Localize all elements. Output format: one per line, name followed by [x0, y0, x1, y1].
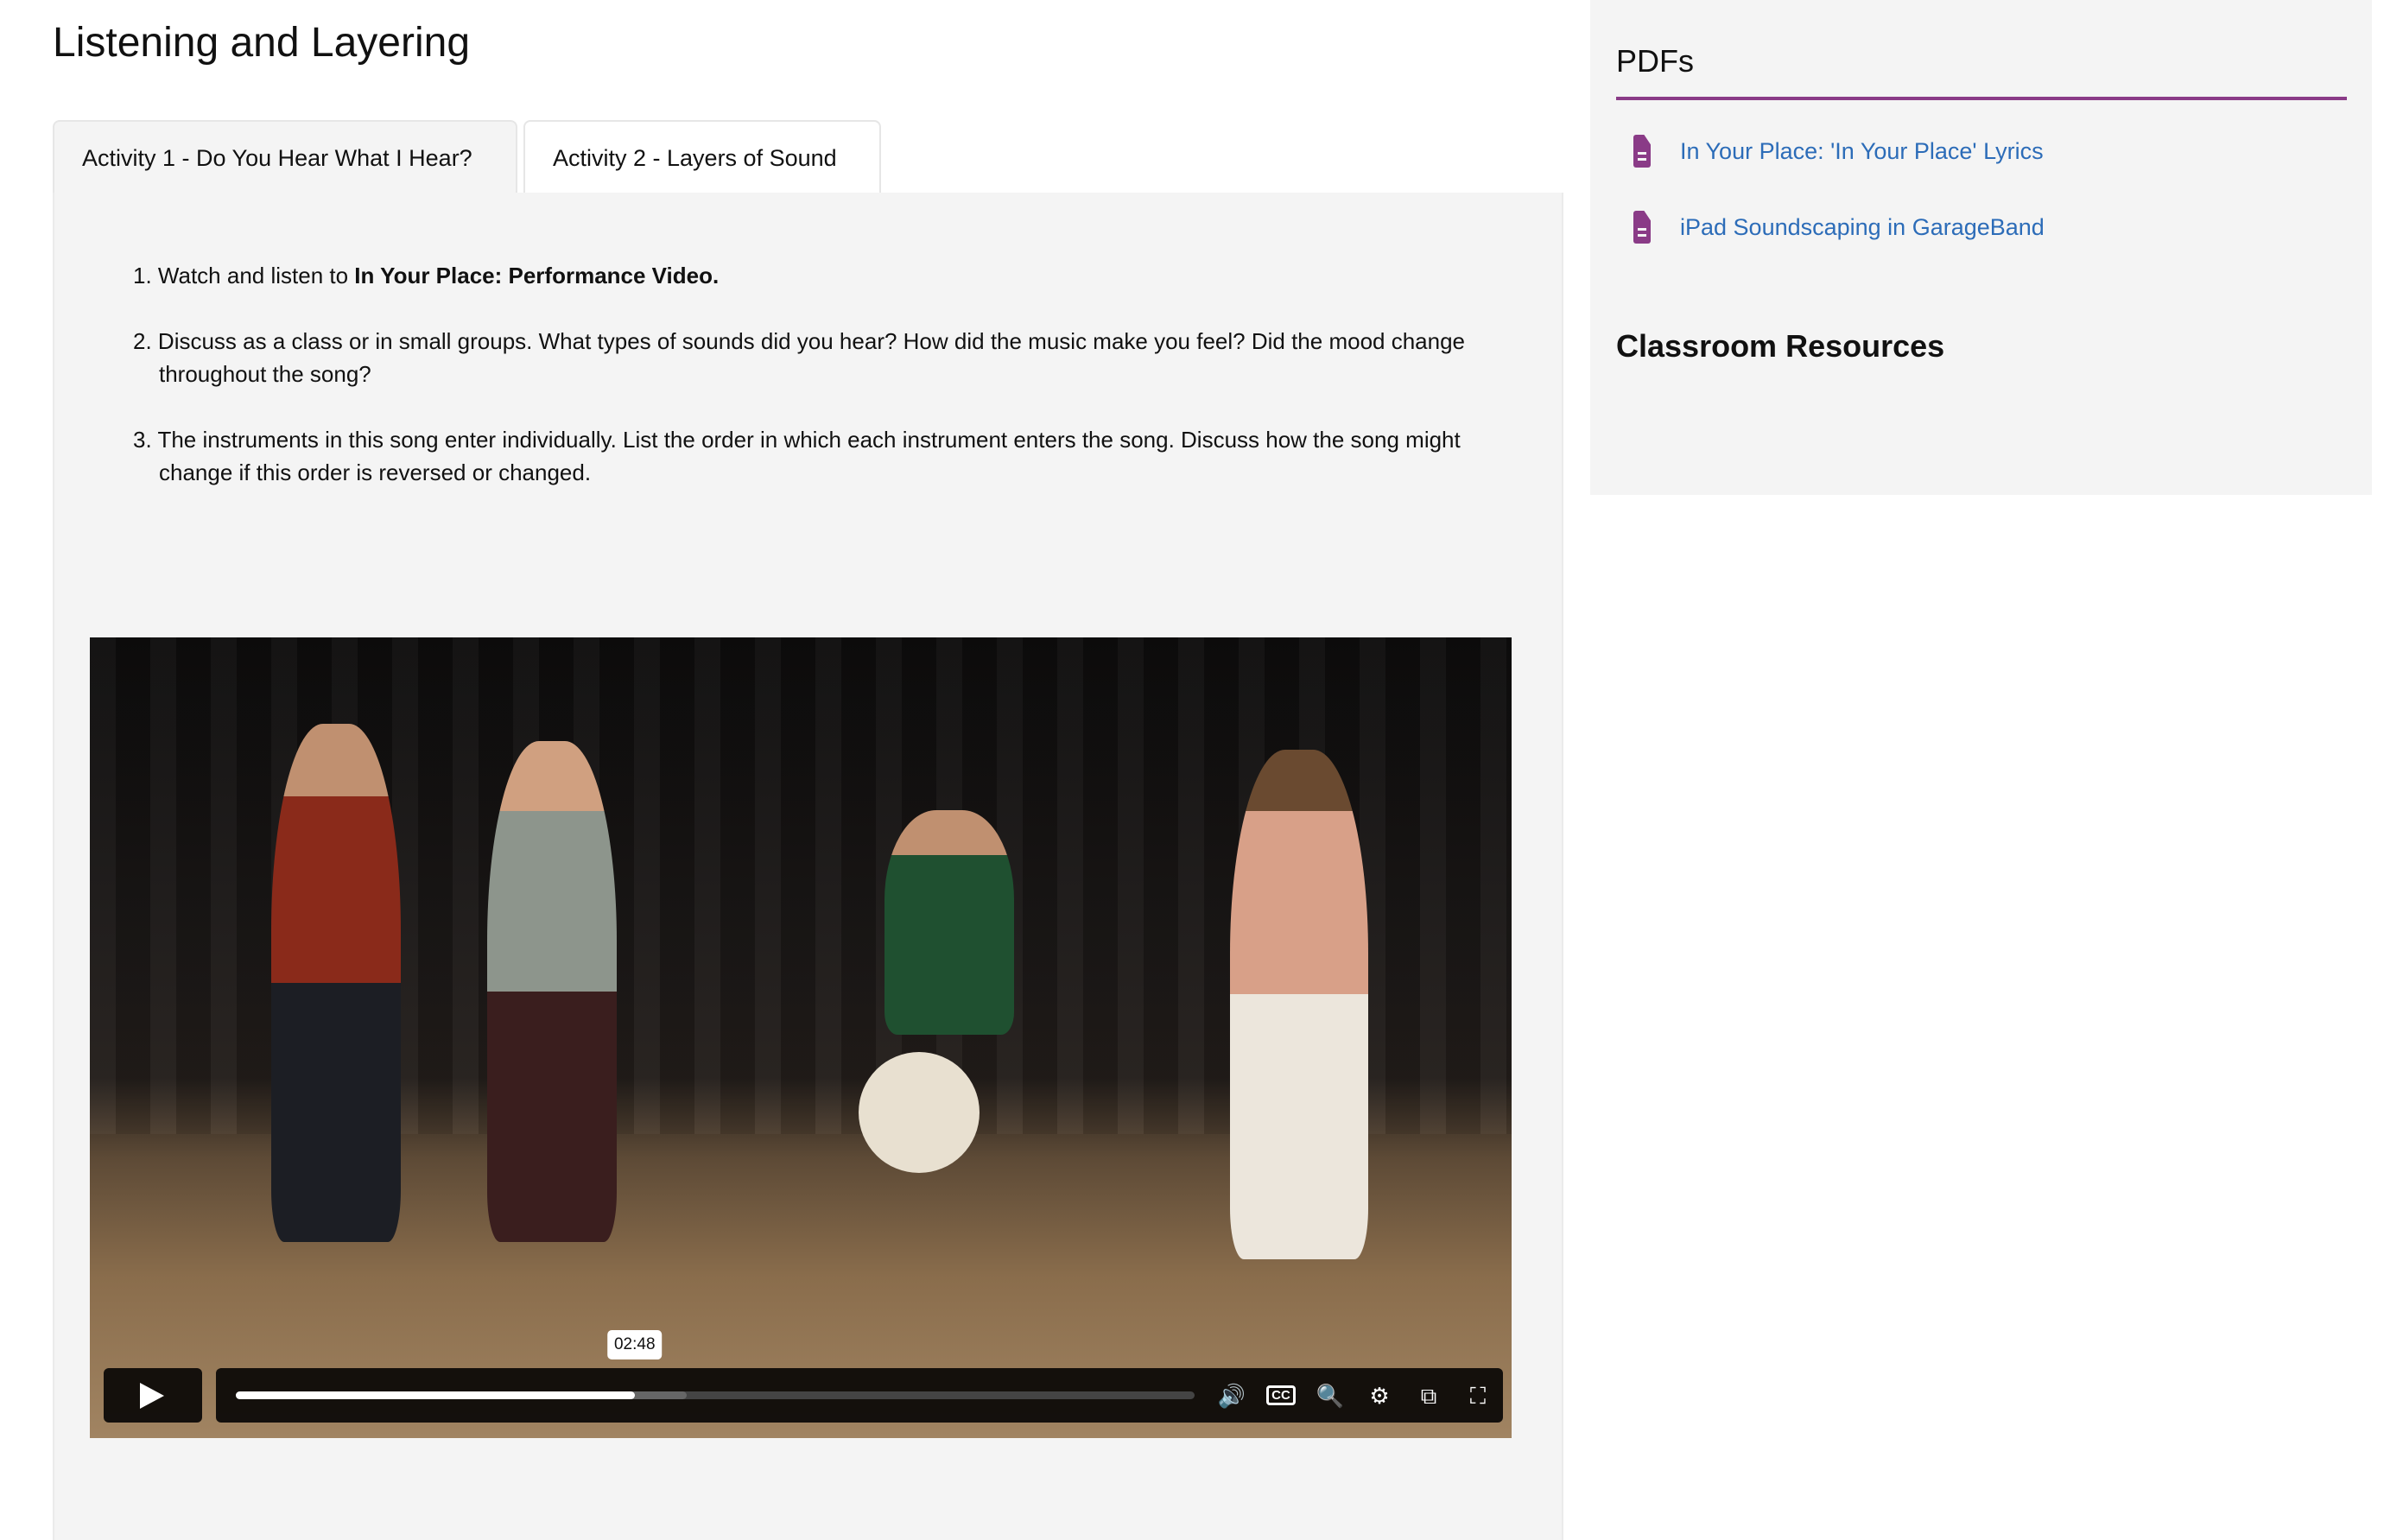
pdf-link-garageband[interactable]: iPad Soundscaping in GarageBand: [1633, 211, 2045, 244]
pdfs-heading: PDFs: [1616, 43, 1694, 79]
tab-activity-1[interactable]: Activity 1 - Do You Hear What I Hear?: [53, 120, 517, 194]
document-icon: [1633, 135, 1651, 168]
volume-icon[interactable]: 🔊: [1216, 1380, 1247, 1411]
classroom-resources-heading: Classroom Resources: [1616, 328, 1945, 364]
tab-activity-2[interactable]: Activity 2 - Layers of Sound: [523, 120, 881, 194]
control-bar: 🔊 CC 🔍 ⚙ ⧉ ⛶: [216, 1368, 1503, 1423]
document-icon: [1633, 211, 1651, 244]
list-item: 1. Watch and listen to In Your Place: Pe…: [133, 263, 720, 288]
sidebar: PDFs In Your Place: 'In Your Place' Lyri…: [1590, 0, 2372, 495]
list-item: 3. The instruments in this song enter in…: [133, 427, 1461, 485]
picture-in-picture-icon[interactable]: ⧉: [1413, 1380, 1444, 1411]
fullscreen-icon[interactable]: ⛶: [1462, 1380, 1493, 1411]
played-bar: [236, 1391, 635, 1399]
video-title-reference: In Your Place: Performance Video.: [354, 263, 720, 288]
closed-captions-icon[interactable]: CC: [1266, 1385, 1296, 1405]
list-item: 2. Discuss as a class or in small groups…: [133, 328, 1466, 387]
pdf-link-lyrics[interactable]: In Your Place: 'In Your Place' Lyrics: [1633, 135, 2044, 168]
play-icon: [140, 1383, 164, 1409]
settings-gear-icon[interactable]: ⚙: [1364, 1380, 1395, 1411]
performer-bass: [487, 741, 617, 1242]
transcript-search-icon[interactable]: 🔍: [1315, 1380, 1346, 1411]
performer-drums: [884, 810, 1014, 1035]
performer-keys: [1230, 750, 1368, 1259]
page-title: Listening and Layering: [53, 20, 471, 66]
time-tooltip: 02:48: [606, 1330, 663, 1359]
heading-divider: [1616, 97, 2347, 100]
video-player[interactable]: 02:48 🔊 CC 🔍 ⚙ ⧉ ⛶: [90, 637, 1512, 1438]
play-button[interactable]: [104, 1368, 202, 1423]
performer-trumpet: [271, 724, 401, 1242]
bass-drum: [859, 1052, 980, 1173]
instruction-list: 1. Watch and listen to In Your Place: Pe…: [104, 259, 1520, 522]
progress-scrubber[interactable]: [236, 1391, 1195, 1399]
